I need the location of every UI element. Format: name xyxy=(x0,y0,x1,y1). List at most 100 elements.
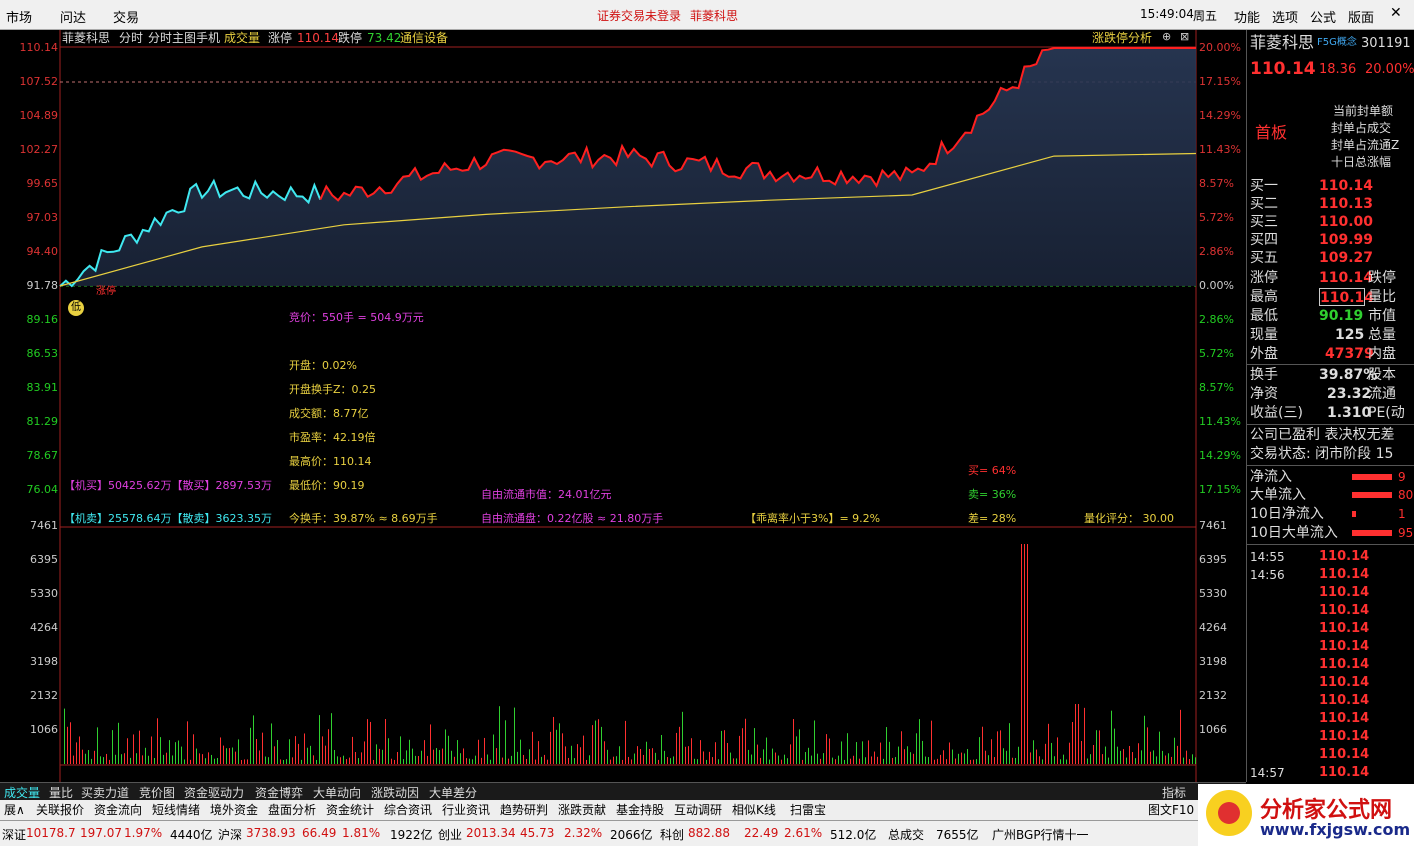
close-panel-icon[interactable]: ⊠ xyxy=(1180,31,1189,43)
volume-bar xyxy=(553,716,554,764)
volume-bar xyxy=(403,759,404,764)
volume-bar xyxy=(556,729,557,764)
indicator-tab[interactable]: 涨跌动因 xyxy=(371,784,419,801)
info-tab[interactable]: 行业资讯 xyxy=(442,801,490,818)
volume-bar xyxy=(865,757,866,764)
high-info: 最高价：110.14 xyxy=(289,455,372,468)
login-warning[interactable]: 证券交易未登录 xyxy=(597,7,681,24)
info-tab[interactable]: 关联报价 xyxy=(36,801,84,818)
volume-bar xyxy=(268,757,269,764)
vol-axis-label-right: 2132 xyxy=(1199,689,1227,702)
quote-pct: 20.00% xyxy=(1365,62,1414,77)
volume-bar xyxy=(328,729,329,764)
info-tab[interactable]: 涨跌贡献 xyxy=(558,801,606,818)
info-tab[interactable]: 盘面分析 xyxy=(268,801,316,818)
volume-bar xyxy=(1084,707,1085,764)
volume-bar xyxy=(184,759,185,764)
sector-label[interactable]: 通信设备 xyxy=(400,32,448,44)
volume-bar xyxy=(778,755,779,764)
volume-bar xyxy=(535,759,536,764)
cy-change: 45.73 xyxy=(520,826,555,840)
fenshi-label[interactable]: 分时 xyxy=(119,32,143,44)
menu-market[interactable]: 市场 xyxy=(6,7,32,26)
tick-price: 110.14 xyxy=(1319,729,1370,744)
info-tab[interactable]: 扫雷宝 xyxy=(790,801,826,818)
menu-options[interactable]: 选项 xyxy=(1272,7,1298,26)
volume-bar xyxy=(769,759,770,764)
volume-bar xyxy=(760,757,761,764)
vol-axis-label-right: 3198 xyxy=(1199,655,1227,668)
info-tab[interactable]: 短线情绪 xyxy=(152,801,200,818)
mode-label[interactable]: 分时主图手机 xyxy=(148,32,220,44)
volume-bar xyxy=(1186,750,1187,764)
clock: 15:49:04 xyxy=(1140,7,1194,21)
volume-bar xyxy=(409,739,410,764)
indicator-tab-index[interactable]: 指标 xyxy=(1162,784,1186,801)
deviation-info: 【乖离率小于3%】= 9.2% xyxy=(745,512,881,525)
volume-bar xyxy=(604,741,605,764)
indicator-tab[interactable]: 大单差分 xyxy=(429,784,477,801)
volume-bar xyxy=(889,741,890,764)
info-tab[interactable]: 相似K线 xyxy=(732,801,776,818)
volume-bar xyxy=(802,759,803,764)
menu-layout[interactable]: 版面 xyxy=(1348,7,1374,26)
volume-bar xyxy=(1087,758,1088,764)
menu-formula[interactable]: 公式 xyxy=(1310,7,1336,26)
zt-analysis-button[interactable]: 涨跌停分析 xyxy=(1092,32,1152,44)
indicator-tab[interactable]: 资金驱动力 xyxy=(184,784,244,801)
volume-bar xyxy=(901,731,902,764)
volume-bar xyxy=(724,730,725,764)
indicator-tab[interactable]: 成交量 xyxy=(4,784,40,801)
indicator-tab[interactable]: 量比 xyxy=(49,784,73,801)
info-tab[interactable]: 基金持股 xyxy=(616,801,664,818)
volume-bar xyxy=(676,732,677,764)
total-amount: 7655亿 xyxy=(936,828,979,842)
info-tab[interactable]: 境外资金 xyxy=(210,801,258,818)
volume-bar xyxy=(1021,544,1022,764)
info-tab-f10[interactable]: 图文F10 xyxy=(1148,801,1194,818)
volume-bar xyxy=(883,758,884,764)
info-tab[interactable]: 趋势研判 xyxy=(500,801,548,818)
volume-bar xyxy=(682,711,683,764)
volume-bar xyxy=(1051,742,1052,764)
indicator-tab[interactable]: 资金博弈 xyxy=(255,784,303,801)
auction-info: 竞价：550手 = 504.9万元 xyxy=(289,311,424,324)
net-inflow-value: 9 xyxy=(1398,470,1406,484)
low-marker-icon: 低 xyxy=(68,300,84,316)
info-tab[interactable]: 资金流向 xyxy=(94,801,142,818)
volume-bar xyxy=(376,744,377,764)
volume-bar xyxy=(1042,759,1043,764)
kc-index: 882.88 xyxy=(688,826,730,840)
volume-bar xyxy=(88,750,89,764)
info-tab[interactable]: 综合资讯 xyxy=(384,801,432,818)
indicator-tab[interactable]: 大单动向 xyxy=(313,784,361,801)
volume-bar xyxy=(934,759,935,764)
volume-bar xyxy=(190,759,191,764)
indicator-tab[interactable]: 买卖力道 xyxy=(81,784,129,801)
close-icon[interactable]: ✕ xyxy=(1390,5,1402,21)
server-name[interactable]: 广州BGP行情十一 xyxy=(992,826,1089,843)
volume-bar xyxy=(427,755,428,764)
info-tab[interactable]: 互动调研 xyxy=(674,801,722,818)
indicator-tab[interactable]: 竞价图 xyxy=(139,784,175,801)
concept-tag[interactable]: F5G概念 xyxy=(1317,34,1361,52)
volume-bar xyxy=(310,745,311,764)
info-tab[interactable]: 展∧ xyxy=(4,801,25,818)
pct-axis-label: 17.15% xyxy=(1199,75,1241,88)
volume-bar xyxy=(904,749,905,764)
menu-trade[interactable]: 交易 xyxy=(113,7,139,26)
volume-bar xyxy=(256,739,257,764)
menu-ask[interactable]: 问达 xyxy=(60,7,86,26)
volume-bar xyxy=(1072,722,1073,764)
hs-change: 66.49 xyxy=(302,826,337,840)
volume-bar xyxy=(493,734,494,764)
menu-function[interactable]: 功能 xyxy=(1234,7,1260,26)
expand-icon[interactable]: ⊕ xyxy=(1162,31,1171,43)
volume-bar xyxy=(619,746,620,764)
info-tab[interactable]: 资金统计 xyxy=(326,801,374,818)
volume-bar xyxy=(580,747,581,764)
volume-bar xyxy=(1117,746,1118,764)
volume-bar xyxy=(181,746,182,764)
tick-price: 110.14 xyxy=(1319,621,1370,636)
intraday-chart[interactable]: 菲菱科思 分时 分时主图手机 成交量 涨停 110.14 跌停 73.42 通信… xyxy=(0,30,1246,810)
